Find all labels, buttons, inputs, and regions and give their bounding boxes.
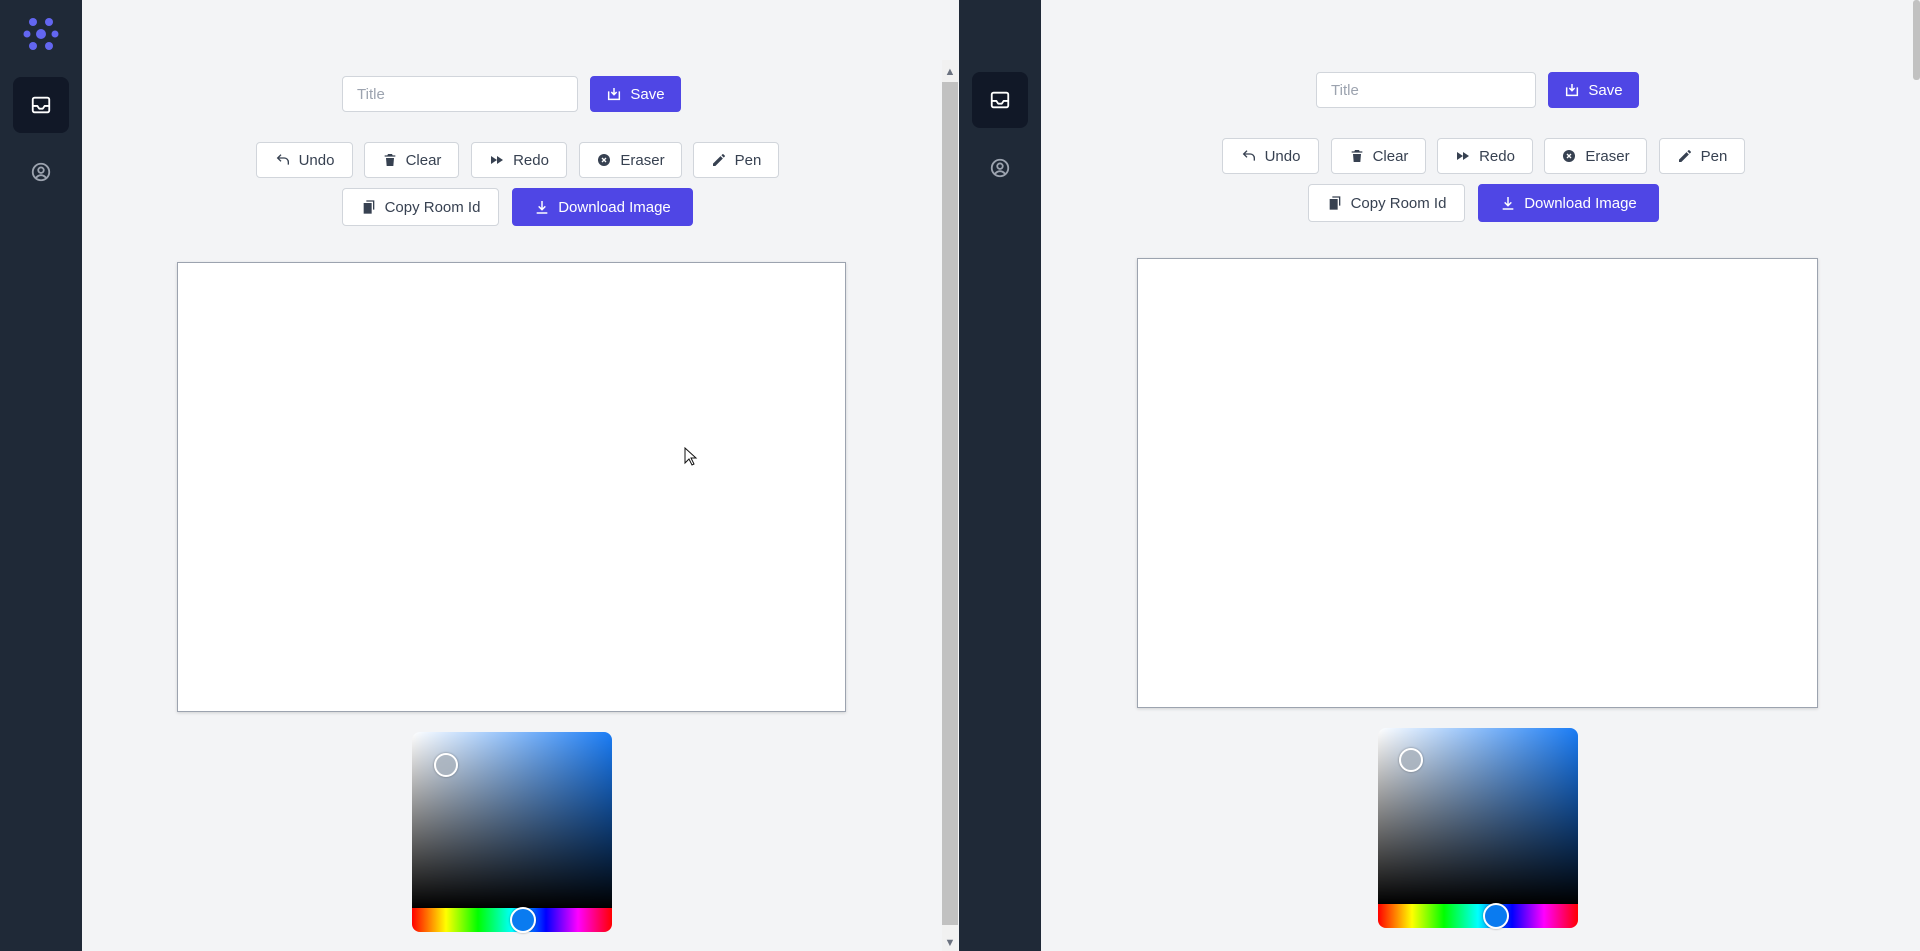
left-main: Save Undo Clear Redo Eraser Pen Copy Roo… xyxy=(82,0,942,951)
clear-button[interactable]: Clear xyxy=(364,142,459,178)
sidebar-item-inbox[interactable] xyxy=(972,72,1028,128)
title-input[interactable] xyxy=(342,76,578,112)
undo-icon xyxy=(1241,148,1257,164)
saturation-handle[interactable] xyxy=(1399,748,1423,772)
drawing-canvas[interactable] xyxy=(177,262,846,712)
left-scrollbar-thumb[interactable] xyxy=(942,82,958,925)
download-image-button[interactable]: Download Image xyxy=(1478,184,1659,222)
download-icon xyxy=(1500,195,1516,211)
saturation-handle[interactable] xyxy=(434,753,458,777)
copy-room-id-label: Copy Room Id xyxy=(384,198,481,216)
copy-room-id-button[interactable]: Copy Room Id xyxy=(1308,184,1465,222)
right-scrollbar-track[interactable] xyxy=(1912,0,1920,951)
download-image-label: Download Image xyxy=(1524,194,1637,212)
inbox-icon xyxy=(30,94,52,116)
save-button[interactable]: Save xyxy=(1548,72,1639,108)
fast-forward-icon xyxy=(489,152,505,168)
redo-label: Redo xyxy=(1479,147,1515,165)
x-circle-icon xyxy=(596,152,612,168)
right-main: Save Undo Clear Redo Eraser Pen Copy Roo… xyxy=(1041,0,1920,951)
user-circle-icon xyxy=(30,161,52,183)
scroll-down-arrow-icon[interactable]: ▼ xyxy=(942,935,958,951)
inbox-icon xyxy=(989,89,1011,111)
undo-label: Undo xyxy=(298,151,335,169)
title-input[interactable] xyxy=(1316,72,1536,108)
hue-handle[interactable] xyxy=(510,907,536,933)
save-icon xyxy=(1564,82,1580,98)
download-image-label: Download Image xyxy=(558,198,671,216)
trash-icon xyxy=(1349,148,1365,164)
save-button[interactable]: Save xyxy=(590,76,681,112)
app-logo-icon[interactable] xyxy=(21,14,61,54)
pen-button[interactable]: Pen xyxy=(1659,138,1745,174)
sidebar-item-profile[interactable] xyxy=(972,140,1028,196)
download-icon xyxy=(534,199,550,215)
right-sidebar xyxy=(959,0,1041,951)
eraser-button[interactable]: Eraser xyxy=(579,142,682,178)
color-picker[interactable] xyxy=(412,732,612,933)
save-icon xyxy=(606,86,622,102)
pen-label: Pen xyxy=(734,151,762,169)
eraser-label: Eraser xyxy=(1585,147,1630,165)
trash-icon xyxy=(382,152,398,168)
undo-button[interactable]: Undo xyxy=(256,142,353,178)
user-circle-icon xyxy=(989,157,1011,179)
hue-handle[interactable] xyxy=(1483,903,1509,929)
redo-label: Redo xyxy=(513,151,549,169)
clear-label: Clear xyxy=(405,151,442,169)
undo-button[interactable]: Undo xyxy=(1222,138,1319,174)
drawing-canvas[interactable] xyxy=(1137,258,1818,708)
pen-label: Pen xyxy=(1700,147,1728,165)
sidebar-item-profile[interactable] xyxy=(13,144,69,200)
clear-label: Clear xyxy=(1372,147,1409,165)
eraser-label: Eraser xyxy=(620,151,665,169)
save-label: Save xyxy=(1588,81,1623,99)
undo-label: Undo xyxy=(1264,147,1301,165)
clear-button[interactable]: Clear xyxy=(1331,138,1426,174)
eraser-button[interactable]: Eraser xyxy=(1544,138,1647,174)
sidebar-item-inbox[interactable] xyxy=(13,77,69,133)
right-scrollbar-thumb[interactable] xyxy=(1913,0,1920,80)
color-picker[interactable] xyxy=(1378,728,1578,929)
hue-slider[interactable] xyxy=(1378,904,1578,928)
copy-room-id-label: Copy Room Id xyxy=(1350,194,1447,212)
copy-room-id-button[interactable]: Copy Room Id xyxy=(342,188,499,226)
scroll-up-arrow-icon[interactable]: ▲ xyxy=(942,64,958,80)
left-sidebar xyxy=(0,0,82,951)
pencil-icon xyxy=(1677,148,1693,164)
redo-button[interactable]: Redo xyxy=(471,142,567,178)
undo-icon xyxy=(275,152,291,168)
pencil-icon xyxy=(711,152,727,168)
save-label: Save xyxy=(630,85,665,103)
copy-icon xyxy=(1327,195,1343,211)
pen-button[interactable]: Pen xyxy=(693,142,779,178)
mouse-cursor-icon xyxy=(684,446,698,472)
download-image-button[interactable]: Download Image xyxy=(512,188,693,226)
fast-forward-icon xyxy=(1455,148,1471,164)
copy-icon xyxy=(361,199,377,215)
redo-button[interactable]: Redo xyxy=(1437,138,1533,174)
x-circle-icon xyxy=(1561,148,1577,164)
